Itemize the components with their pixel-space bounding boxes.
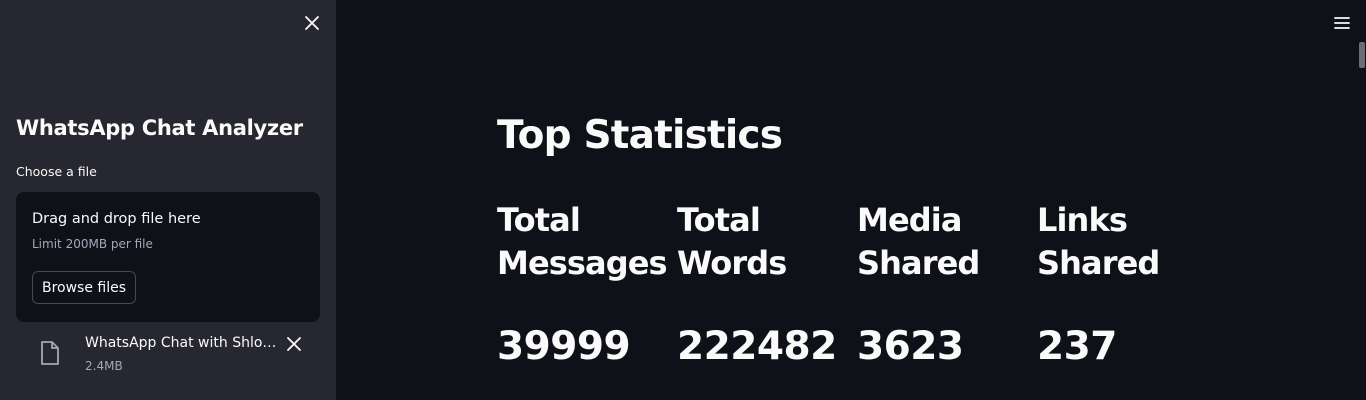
sidebar-title: WhatsApp Chat Analyzer: [16, 116, 303, 140]
uploaded-file-size: 2.4MB: [85, 359, 123, 373]
stat-value: 3623: [857, 324, 964, 369]
dropzone-instructions: Drag and drop file here: [32, 211, 201, 227]
stat-label: Total Messages: [497, 201, 668, 282]
stat-value: 237: [1037, 324, 1117, 369]
page-title: Top Statistics: [497, 113, 783, 158]
stat-total-messages: Total Messages 39999: [497, 199, 673, 369]
uploaded-file-name: WhatsApp Chat with Shlok ...: [85, 335, 282, 351]
stat-links-shared: Links Shared 237: [1037, 199, 1213, 369]
file-uploader-label: Choose a file: [16, 164, 97, 179]
file-icon: [38, 340, 62, 366]
stat-media-shared: Media Shared 3623: [857, 199, 1033, 369]
sidebar: WhatsApp Chat Analyzer Choose a file Dra…: [0, 0, 336, 400]
stat-label: Links Shared: [1037, 201, 1160, 282]
scrollbar-thumb[interactable]: [1359, 42, 1365, 68]
stat-label: Media Shared: [857, 201, 980, 282]
hamburger-menu-icon[interactable]: [1330, 12, 1354, 34]
stat-total-words: Total Words 222482: [677, 199, 853, 369]
stat-label: Total Words: [677, 201, 787, 282]
stat-value: 39999: [497, 324, 631, 369]
file-dropzone[interactable]: Drag and drop file here Limit 200MB per …: [16, 192, 320, 322]
browse-files-button[interactable]: Browse files: [32, 271, 136, 304]
dropzone-limit: Limit 200MB per file: [32, 237, 153, 251]
sidebar-close-icon[interactable]: [302, 13, 322, 33]
main-scrollbar[interactable]: [1357, 0, 1366, 400]
remove-file-icon[interactable]: [284, 334, 304, 354]
stat-value: 222482: [677, 324, 837, 369]
